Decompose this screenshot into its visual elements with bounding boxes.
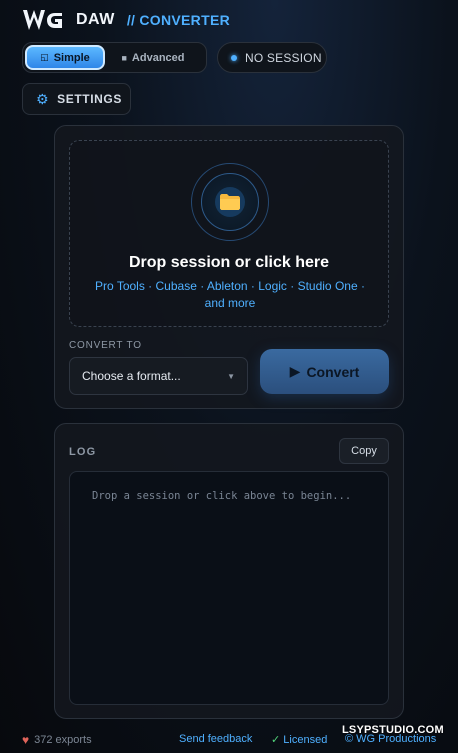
chevron-down-icon: ▼ — [227, 371, 235, 381]
advanced-mode-label: Advanced — [131, 51, 185, 64]
heart-icon: ♥ — [22, 733, 30, 747]
brand-name: DAW — [76, 11, 115, 28]
settings-label: SETTINGS — [57, 92, 122, 106]
simple-mode-icon: ◱ — [40, 52, 49, 62]
settings-button[interactable]: ⚙ SETTINGS — [22, 83, 131, 115]
session-status-badge: NO SESSION — [217, 42, 327, 73]
simple-mode-button[interactable]: ◱ Simple — [25, 45, 105, 70]
convert-to-label: CONVERT TO — [69, 340, 142, 351]
session-dropzone[interactable]: Drop session or click here Pro Tools · C… — [69, 140, 389, 327]
gear-icon: ⚙ — [36, 90, 50, 107]
session-status-text: NO SESSION — [245, 50, 322, 65]
copy-log-button[interactable]: Copy — [339, 438, 389, 464]
log-output[interactable]: Drop a session or click above to begin..… — [69, 471, 389, 705]
brand-subtitle: // CONVERTER — [126, 12, 230, 28]
convert-button[interactable]: ▶ Convert — [260, 349, 389, 394]
play-icon: ▶ — [289, 363, 301, 379]
licensed-text: Licensed — [283, 734, 328, 746]
format-select[interactable]: Choose a format... ▼ — [69, 357, 248, 395]
log-title: LOG — [69, 446, 97, 458]
log-panel: LOG Copy Drop a session or click above t… — [54, 423, 404, 719]
folder-icon — [215, 187, 245, 217]
mode-toggle: ◱ Simple ■ Advanced — [22, 42, 207, 73]
dropzone-supported-formats: Pro Tools · Cubase · Ableton · Logic · S… — [95, 279, 365, 310]
app-header: DAW // CONVERTER — [22, 6, 230, 34]
exports-text: 372 exports — [34, 734, 92, 746]
dropzone-title: Drop session or click here — [128, 254, 330, 271]
send-feedback-link[interactable]: Send feedback — [179, 733, 252, 745]
exports-count: ♥ 372 exports — [22, 733, 92, 747]
advanced-mode-icon: ■ — [121, 52, 127, 63]
log-placeholder: Drop a session or click above to begin..… — [92, 490, 352, 502]
footer: ♥ 372 exports Send feedback ✓ Licensed ©… — [0, 724, 458, 751]
watermark: LSYPSTUDIO.COM — [342, 724, 444, 736]
advanced-mode-button[interactable]: ■ Advanced — [105, 45, 201, 70]
convert-button-label: Convert — [306, 363, 360, 380]
licensed-link[interactable]: ✓ Licensed — [271, 733, 327, 746]
convert-panel: Drop session or click here Pro Tools · C… — [54, 125, 404, 409]
format-select-value: Choose a format... — [82, 369, 181, 383]
wg-logo — [23, 10, 62, 30]
check-icon: ✓ — [271, 734, 281, 746]
simple-mode-label: Simple — [53, 51, 90, 64]
status-dot-icon — [231, 54, 237, 61]
